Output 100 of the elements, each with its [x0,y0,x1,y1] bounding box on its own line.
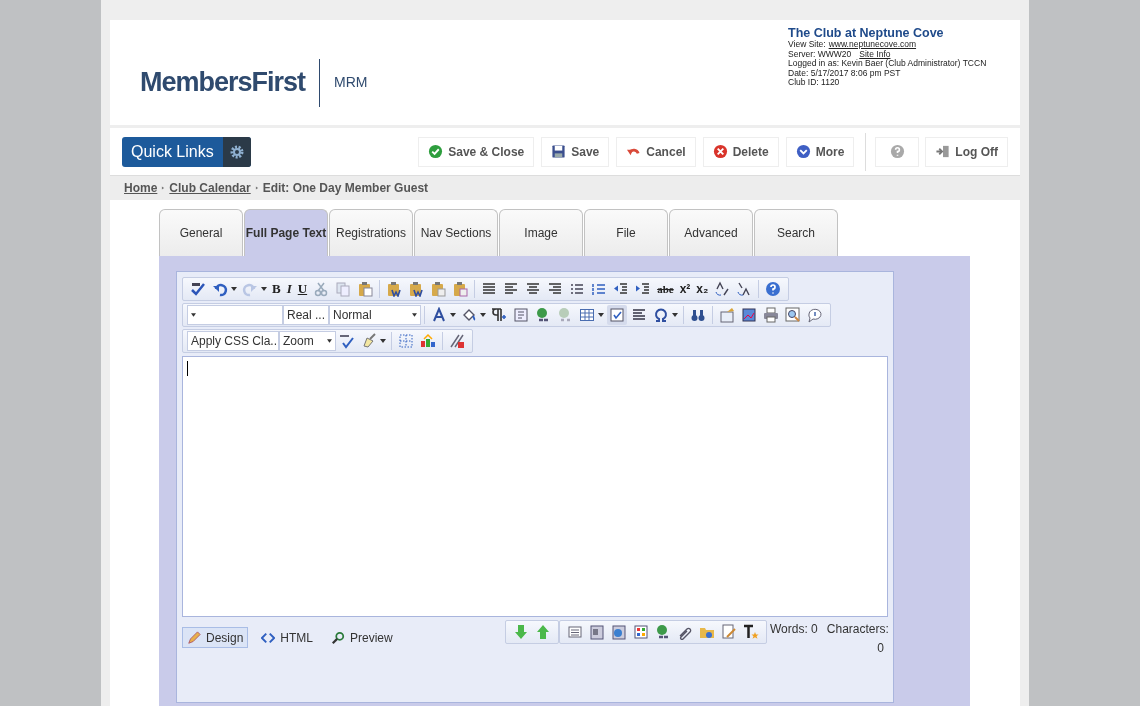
format-button[interactable]: x₂ [693,281,712,297]
tab[interactable]: General [159,209,243,256]
date-info: Date: 5/17/2017 8:06 pm PST [788,68,901,78]
special-character-icon[interactable] [653,307,669,323]
outdent-icon[interactable] [613,281,630,297]
validate-icon[interactable] [339,333,355,349]
binoculars-icon[interactable] [690,307,706,323]
chevron-down-icon [795,144,811,159]
dropdown[interactable]: Zoom [279,331,336,351]
media-icon[interactable] [589,624,605,640]
caret-icon [412,313,417,317]
dropdown[interactable]: Apply CSS Cla.. [187,331,279,351]
caret-icon[interactable] [231,287,237,291]
numbered-list-icon[interactable] [591,281,608,297]
character-label: Characters: [826,621,889,638]
clipboard-icon[interactable] [386,281,403,297]
caret-icon[interactable] [480,313,486,317]
caret-icon [327,339,332,343]
clipboard-icon[interactable] [357,281,374,297]
font-color-icon[interactable] [431,307,447,323]
table-icon[interactable] [579,307,595,323]
toolbar-button[interactable]: Delete [702,136,779,167]
product-name: MRM [334,73,368,92]
settings-icon [228,143,245,160]
toolbar-button[interactable]: Save & Close [418,136,535,167]
spellcheck-icon[interactable] [190,281,206,297]
check-icon [428,144,444,159]
align-center-icon[interactable] [525,281,542,297]
search-icon [331,630,346,645]
caret-icon[interactable] [380,339,386,343]
word-count: Words: 0 [770,621,818,638]
tab[interactable]: Full Page Text [244,209,328,256]
tab[interactable]: Registrations [329,209,413,256]
info-label: Server: WWW20 [788,49,852,59]
printer-icon[interactable] [763,307,779,323]
clipboard-icon[interactable] [430,281,447,297]
login-info: Logged in as: Kevin Baer (Club Administrator) TCCN [788,59,988,69]
breadcrumb-link[interactable]: Club Calendar [169,179,251,197]
mode-tab[interactable]: HTML [256,627,319,648]
document-edit-icon[interactable] [721,624,737,640]
align-icon[interactable] [481,281,498,297]
log-off-button[interactable]: Log Off [925,136,1008,167]
mode-tab[interactable]: Preview [326,627,398,648]
gallery-icon[interactable] [633,624,649,640]
dropdown[interactable]: Real ... [283,305,329,325]
indent-icon[interactable] [635,281,652,297]
speech-bubble-icon[interactable] [807,307,823,323]
site-link[interactable]: www.neptunecove.com [828,40,917,50]
dropdown[interactable]: Normal [329,305,421,325]
format-button[interactable]: abe [654,281,677,297]
list-icon[interactable] [567,624,583,640]
delete-icon [712,144,728,159]
tab[interactable]: File [584,209,668,256]
tab[interactable]: Search [754,209,838,256]
tab[interactable]: Advanced [669,209,753,256]
site-info-link[interactable]: Site Info [859,49,891,59]
clear-format-icon[interactable] [449,333,465,349]
club-id: Club ID: 1120 [788,78,841,88]
format-button[interactable]: x² [676,281,694,297]
brush-icon[interactable] [361,333,377,349]
tab[interactable]: Image [499,209,583,256]
bulleted-list-icon[interactable] [569,281,586,297]
caret-icon[interactable] [261,287,267,291]
align-left-icon[interactable] [503,281,520,297]
door-icon [935,144,952,159]
character-count: 0 [876,640,885,657]
quick-links-button[interactable]: Quick Links [122,136,251,167]
magnifier-icon[interactable] [785,307,801,323]
club-name: The Club at Neptune Cove [788,26,945,40]
paragraph-align-icon[interactable] [631,307,647,323]
caret-icon[interactable] [598,313,604,317]
mode-tab[interactable]: Design [182,627,249,648]
format-button[interactable]: B [269,281,284,297]
paint-bucket-icon[interactable] [461,307,477,323]
align-right-icon[interactable] [547,281,564,297]
pencil-icon [187,630,201,645]
module-icon[interactable] [420,333,436,349]
format-button[interactable]: I [283,281,295,297]
text-star-icon[interactable] [743,624,759,640]
breadcrumb-link[interactable]: Home [124,179,158,197]
tab[interactable]: Nav Sections [414,209,498,256]
caret-icon[interactable] [672,313,678,317]
format-button[interactable]: U [294,281,311,297]
toolbar-button[interactable]: More [785,136,855,167]
paragraph-icon[interactable] [491,307,507,323]
info-label: View Site: [788,40,826,50]
image-icon[interactable] [741,307,757,323]
clipboard-icon[interactable] [452,281,469,297]
help-icon[interactable] [765,281,782,297]
globe-page-icon[interactable] [611,624,627,640]
caret-icon[interactable] [450,313,456,317]
logo: MembersFirst [140,66,306,100]
help-icon [889,144,905,159]
form-icon[interactable] [609,307,625,323]
caret-icon [191,313,196,317]
toolbar-button[interactable]: Save [541,136,610,167]
toolbar-button[interactable]: Cancel [616,136,696,167]
undo-icon[interactable] [212,281,228,297]
code-icon [261,630,276,645]
clipboard-icon[interactable] [408,281,425,297]
